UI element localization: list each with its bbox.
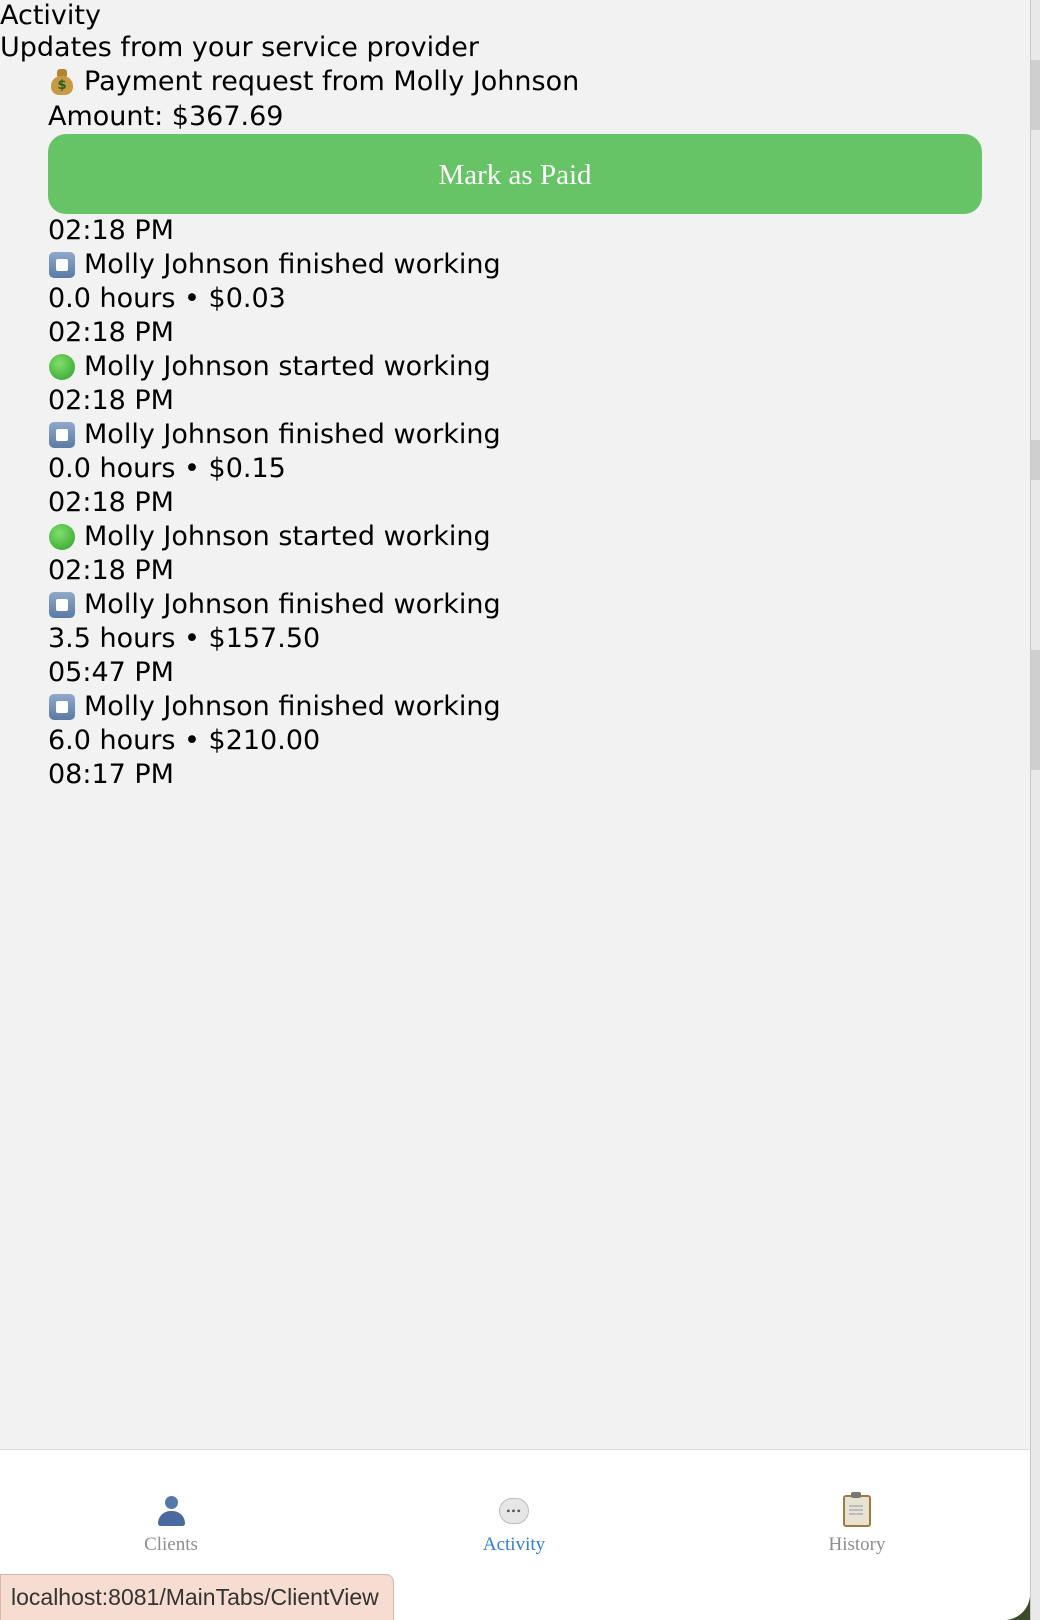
page-subtitle: Updates from your service provider bbox=[0, 32, 479, 63]
tab-label: Activity bbox=[482, 1534, 546, 1555]
background-window-edge bbox=[1030, 0, 1040, 1620]
activity-time: 02:18 PM bbox=[48, 385, 174, 416]
tab-label: History bbox=[828, 1534, 886, 1555]
payment-amount: Amount: $367.69 bbox=[48, 101, 284, 132]
activity-text: Molly Johnson finished working bbox=[84, 249, 501, 280]
activity-text: Molly Johnson started working bbox=[84, 521, 491, 552]
activity-detail: 0.0 hours • $0.03 bbox=[48, 283, 286, 314]
tab-clients[interactable]: Clients bbox=[71, 1494, 271, 1556]
page-title: Activity bbox=[0, 0, 101, 31]
activity-text: Molly Johnson finished working bbox=[84, 691, 501, 722]
activity-time: 02:18 PM bbox=[48, 555, 174, 586]
activity-time: 05:47 PM bbox=[48, 657, 174, 688]
payment-request-card: $ Payment request from Molly Johnson Amo… bbox=[48, 64, 982, 248]
activity-item: Molly Johnson finished working 0.0 hours… bbox=[48, 418, 982, 520]
green-circle-icon bbox=[48, 523, 76, 551]
activity-detail: 0.0 hours • $0.15 bbox=[48, 453, 286, 484]
activity-detail: 6.0 hours • $210.00 bbox=[48, 725, 321, 756]
activity-item: Molly Johnson started working 02:18 PM bbox=[48, 520, 982, 588]
status-bar-url: localhost:8081/MainTabs/ClientView bbox=[0, 1574, 394, 1620]
activity-item: Molly Johnson started working 02:18 PM bbox=[48, 350, 982, 418]
activity-item: Molly Johnson finished working 3.5 hours… bbox=[48, 588, 982, 690]
activity-text: Molly Johnson finished working bbox=[84, 419, 501, 450]
stop-icon bbox=[48, 421, 76, 449]
mark-as-paid-button[interactable]: Mark as Paid bbox=[48, 134, 982, 214]
payment-request-title: Payment request from Molly Johnson bbox=[84, 66, 580, 97]
activity-text: Molly Johnson finished working bbox=[84, 589, 501, 620]
money-bag-icon: $ bbox=[48, 68, 76, 96]
stop-icon bbox=[48, 693, 76, 721]
activity-item: Molly Johnson finished working 6.0 hours… bbox=[48, 690, 982, 792]
stop-icon bbox=[48, 591, 76, 619]
activity-item: Molly Johnson finished working 0.0 hours… bbox=[48, 248, 982, 350]
activity-text: Molly Johnson started working bbox=[84, 351, 491, 382]
payment-request-time: 02:18 PM bbox=[48, 215, 174, 246]
tab-activity[interactable]: ••• Activity bbox=[414, 1494, 614, 1556]
clipboard-icon bbox=[757, 1492, 957, 1528]
activity-time: 02:18 PM bbox=[48, 487, 174, 518]
activity-detail: 3.5 hours • $157.50 bbox=[48, 623, 321, 654]
activity-time: 02:18 PM bbox=[48, 317, 174, 348]
stop-icon bbox=[48, 251, 76, 279]
person-icon bbox=[71, 1494, 271, 1528]
tab-label: Clients bbox=[144, 1534, 198, 1555]
activity-feed: $ Payment request from Molly Johnson Amo… bbox=[48, 64, 982, 792]
tab-history[interactable]: History bbox=[757, 1492, 957, 1556]
green-circle-icon bbox=[48, 353, 76, 381]
app-window: Activity Updates from your service provi… bbox=[0, 0, 1030, 1620]
activity-time: 08:17 PM bbox=[48, 759, 174, 790]
speech-bubble-icon: ••• bbox=[414, 1494, 614, 1528]
